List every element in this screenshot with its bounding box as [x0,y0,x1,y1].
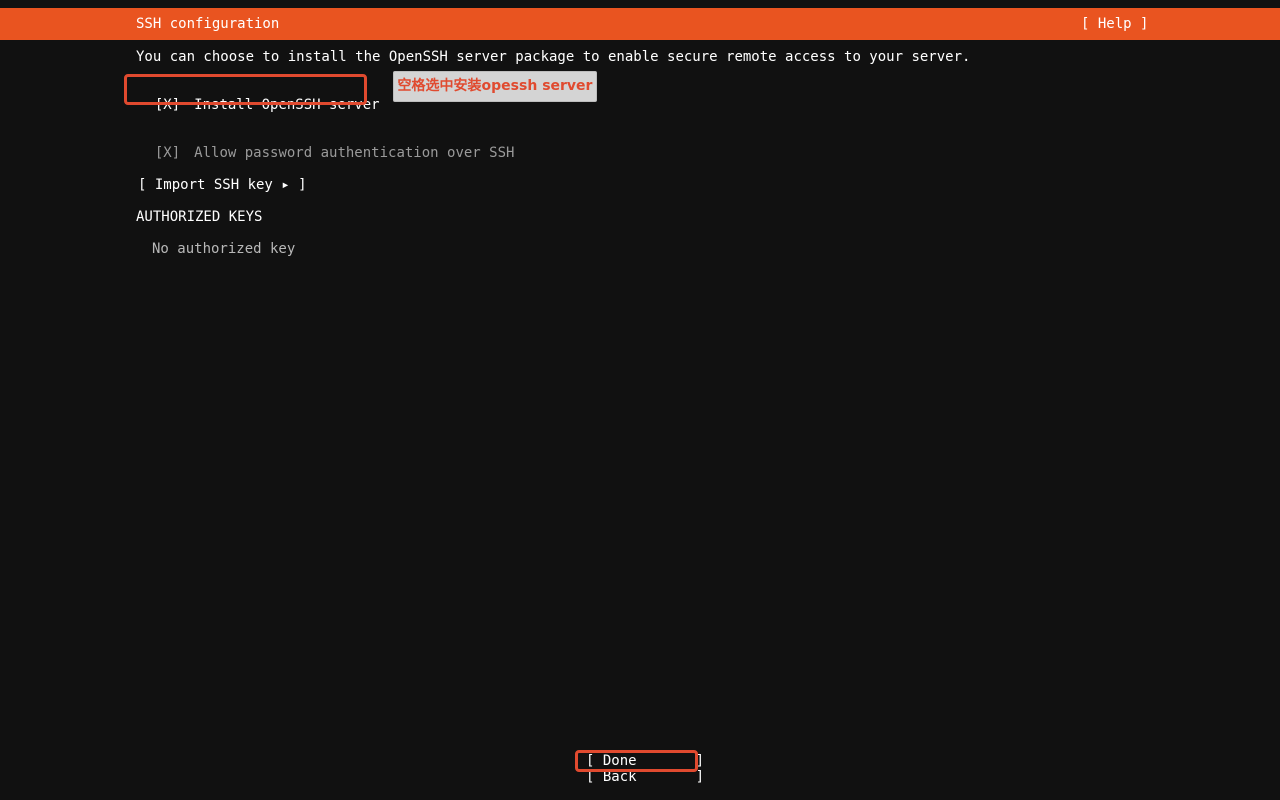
authorized-keys-empty: No authorized key [152,241,296,257]
done-highlight [575,750,698,772]
help-button[interactable]: [ Help ] [1081,16,1148,32]
install-openssh-highlight [124,74,367,105]
allow-password-checkbox: [X] Allow password authentication over SS… [138,129,515,161]
import-ssh-key-button[interactable]: [ Import SSH key ▸ ] [138,177,307,193]
allow-password-label: Allow password authentication over SSH [194,145,515,161]
authorized-keys-title: AUTHORIZED KEYS [136,209,263,225]
annotation-callout: 空格选中安装opessh server [393,71,597,102]
allow-password-checkmark: [X] [154,145,181,161]
header-bar: SSH configuration [ Help ] [0,8,1280,40]
page-title: SSH configuration [136,16,280,32]
description-text: You can choose to install the OpenSSH se… [136,49,971,65]
top-strip [0,0,1280,8]
